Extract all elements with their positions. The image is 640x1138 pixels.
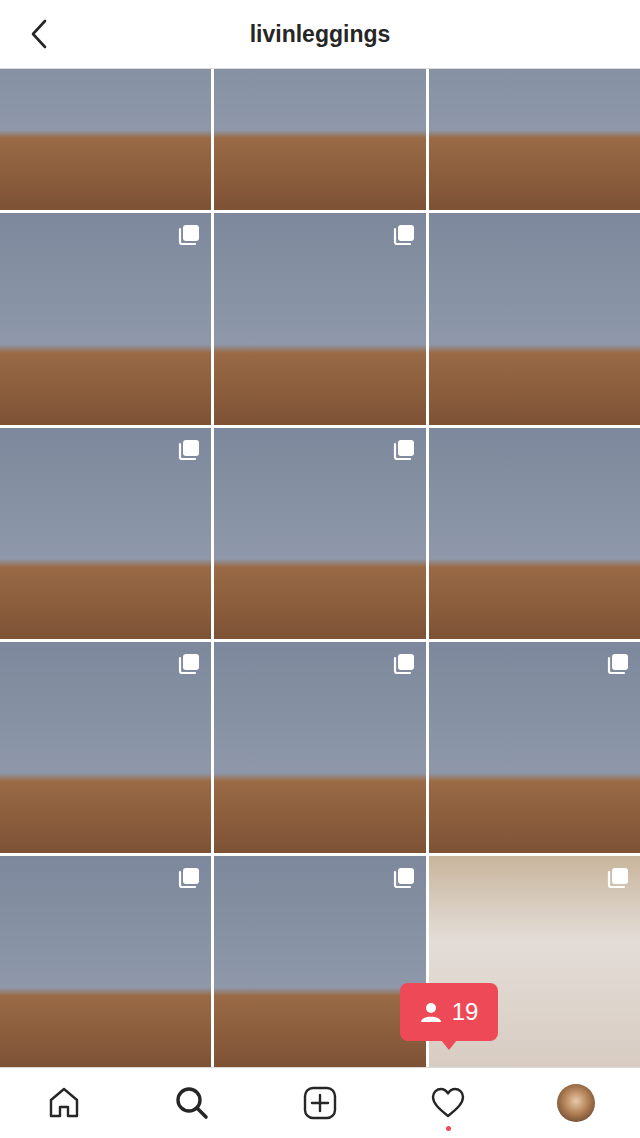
carousel-icon [392, 652, 416, 676]
nav-item[interactable] [424, 1079, 472, 1127]
username-title: livinleggings [250, 21, 391, 48]
post-tile[interactable] [214, 428, 425, 639]
post-tile[interactable] [214, 69, 425, 210]
nav-item[interactable] [552, 1079, 600, 1127]
carousel-icon [177, 866, 201, 890]
home-icon [46, 1085, 82, 1121]
nav-item[interactable] [40, 1079, 88, 1127]
activity-dot [446, 1126, 451, 1131]
post-tile[interactable] [0, 428, 211, 639]
nav-item[interactable] [296, 1079, 344, 1127]
profile-avatar-icon [557, 1084, 595, 1122]
back-arrow-icon [30, 19, 48, 49]
profile-screen: livinleggings 19 [0, 0, 640, 1138]
carousel-icon [392, 866, 416, 890]
heart-icon [430, 1085, 466, 1121]
add-post-icon [302, 1085, 338, 1121]
top-bar: livinleggings [0, 0, 640, 69]
carousel-icon [177, 223, 201, 247]
post-tile[interactable] [0, 213, 211, 424]
post-tile[interactable] [0, 642, 211, 853]
post-grid-viewport [0, 69, 640, 1067]
carousel-icon [606, 866, 630, 890]
bottom-nav [0, 1067, 640, 1138]
activity-count: 19 [452, 998, 479, 1026]
post-tile[interactable] [429, 69, 640, 210]
activity-badge[interactable]: 19 [400, 983, 498, 1041]
post-tile[interactable] [214, 642, 425, 853]
carousel-icon [177, 652, 201, 676]
post-tile[interactable] [0, 856, 211, 1067]
carousel-icon [177, 438, 201, 462]
person-icon [420, 1001, 442, 1023]
post-tile[interactable] [214, 856, 425, 1067]
search-icon [174, 1085, 210, 1121]
post-tile[interactable] [214, 213, 425, 424]
carousel-icon [606, 652, 630, 676]
post-tile[interactable] [429, 642, 640, 853]
carousel-icon [392, 438, 416, 462]
nav-item[interactable] [168, 1079, 216, 1127]
post-tile[interactable] [0, 69, 211, 210]
post-tile[interactable] [429, 213, 640, 424]
carousel-icon [392, 223, 416, 247]
post-grid [0, 69, 640, 1067]
back-button[interactable] [30, 19, 48, 49]
post-tile[interactable] [429, 428, 640, 639]
